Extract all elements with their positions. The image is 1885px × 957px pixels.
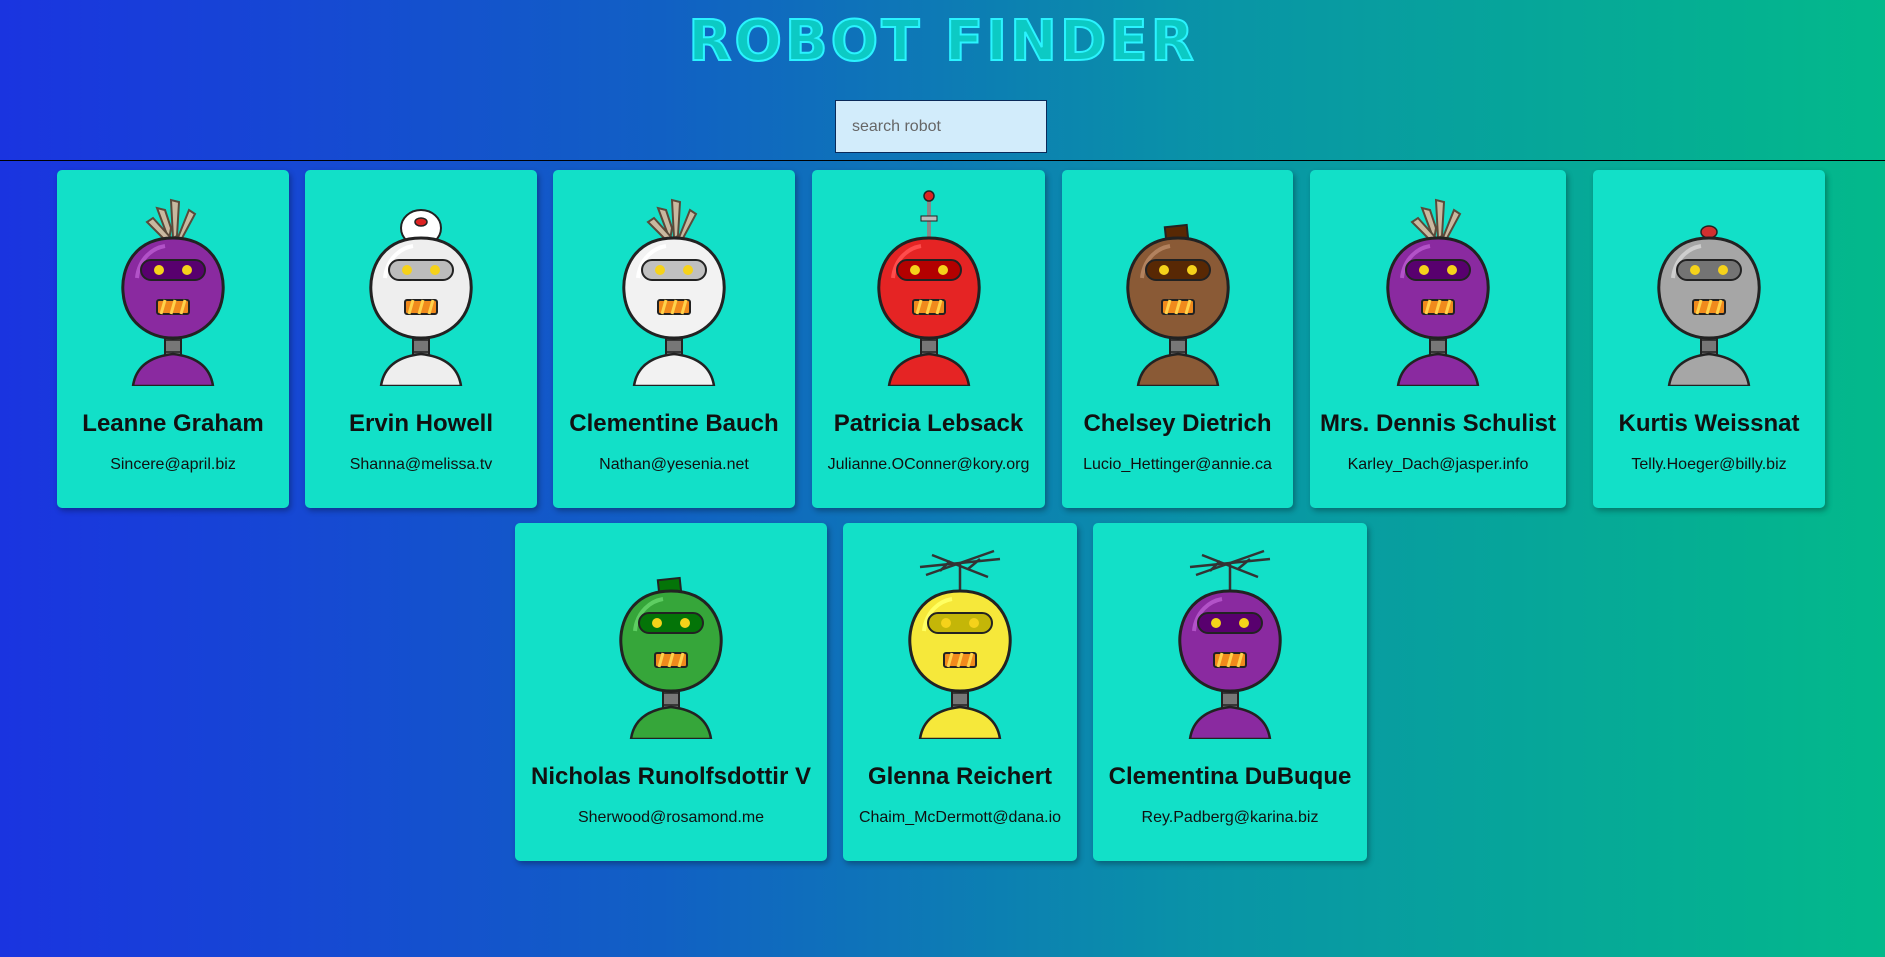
robot-avatar: [121, 198, 225, 386]
robot-name: Leanne Graham: [82, 410, 264, 437]
robot-card[interactable]: Leanne Graham Sincere@april.biz: [57, 170, 289, 508]
robot-name: Patricia Lebsack: [833, 410, 1024, 437]
robot-card[interactable]: Kurtis Weissnat Telly.Hoeger@billy.biz: [1593, 170, 1825, 508]
robot-avatar: [1178, 549, 1282, 739]
robot-card[interactable]: Ervin Howell Shanna@melissa.tv: [305, 170, 537, 508]
robot-avatar: [1657, 225, 1761, 386]
robot-name: Chelsey Dietrich: [1083, 410, 1272, 437]
robot-avatar-container: [305, 188, 537, 386]
robot-email: Chaim_McDermott@dana.io: [858, 809, 1062, 826]
robot-card[interactable]: Mrs. Dennis Schulist Karley_Dach@jasper.…: [1310, 170, 1566, 508]
robot-email: Julianne.OConner@kory.org: [827, 456, 1030, 473]
robot-avatar-container: [1310, 188, 1566, 386]
robot-avatar: [622, 198, 726, 386]
robot-avatar-container: [1593, 188, 1825, 386]
robot-email: Sincere@april.biz: [110, 456, 236, 473]
robot-avatar: [1125, 223, 1230, 386]
robot-name: Ervin Howell: [348, 410, 494, 437]
robot-avatar: [1386, 198, 1490, 386]
robot-email: Karley_Dach@jasper.info: [1347, 456, 1529, 473]
robot-avatar-container: [553, 188, 795, 386]
robot-card[interactable]: Nicholas Runolfsdottir V Sherwood@rosamo…: [515, 523, 827, 861]
search-input[interactable]: [835, 100, 1047, 153]
robot-email: Lucio_Hettinger@annie.ca: [1083, 456, 1272, 473]
robot-name: Mrs. Dennis Schulist: [1319, 410, 1557, 437]
robot-card[interactable]: Patricia Lebsack Julianne.OConner@kory.o…: [812, 170, 1045, 508]
robot-name: Nicholas Runolfsdottir V: [530, 763, 811, 790]
robot-avatar-container: [57, 188, 289, 386]
robot-name: Kurtis Weissnat: [1618, 410, 1800, 437]
robot-card[interactable]: Clementine Bauch Nathan@yesenia.net: [553, 170, 795, 508]
robot-avatar-container: [1093, 541, 1367, 739]
robot-avatar-container: [812, 188, 1045, 386]
robot-card[interactable]: Clementina DuBuque Rey.Padberg@karina.bi…: [1093, 523, 1367, 861]
robot-email: Nathan@yesenia.net: [599, 456, 749, 473]
robot-email: Telly.Hoeger@billy.biz: [1631, 456, 1787, 473]
robot-name: Clementine Bauch: [569, 410, 779, 437]
robot-email: Shanna@melissa.tv: [349, 456, 493, 473]
robot-avatar-container: [515, 541, 827, 739]
robot-avatar: [908, 549, 1012, 739]
robot-name: Glenna Reichert: [867, 763, 1053, 790]
app-title: ROBOT FINDER: [687, 9, 1197, 74]
robot-card[interactable]: Glenna Reichert Chaim_McDermott@dana.io: [843, 523, 1077, 861]
robot-email: Rey.Padberg@karina.biz: [1141, 809, 1319, 826]
robot-avatar-container: [1062, 188, 1293, 386]
robot-avatar: [619, 576, 723, 739]
robot-email: Sherwood@rosamond.me: [577, 809, 765, 826]
robot-name: Clementina DuBuque: [1108, 763, 1352, 790]
robot-card[interactable]: Chelsey Dietrich Lucio_Hettinger@annie.c…: [1062, 170, 1293, 508]
robot-avatar: [876, 190, 981, 386]
robot-avatar: [369, 209, 473, 386]
robot-avatar-container: [843, 541, 1077, 739]
app-header: ROBOT FINDER: [0, 0, 1885, 161]
